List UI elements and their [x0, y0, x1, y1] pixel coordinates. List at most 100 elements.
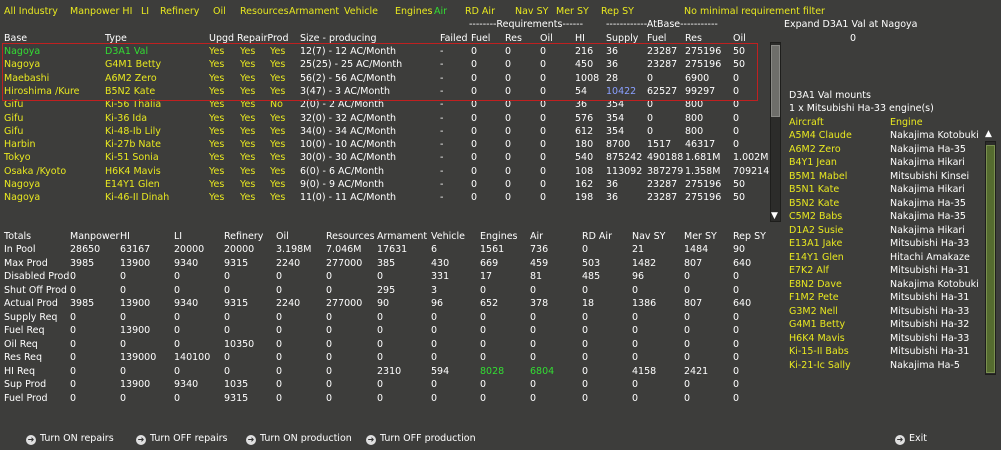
industry-scrollbar[interactable]	[770, 42, 781, 222]
totals-cell: 640	[733, 298, 752, 309]
totals-cell: 0	[377, 311, 384, 323]
filter-tab[interactable]: Oil	[213, 6, 226, 17]
filter-tab[interactable]: Air	[434, 6, 447, 17]
totals-cell: 13900	[120, 298, 151, 309]
totals-cell: 0	[480, 352, 487, 363]
turn-off-production-button[interactable]: ➜ Turn OFF production	[366, 433, 476, 445]
totals-cell: 0	[733, 379, 740, 390]
totals-cell: 0	[733, 365, 740, 377]
filter-tab[interactable]: Nav SY	[515, 6, 548, 17]
filter-tab[interactable]: No minimal requirement filter	[684, 6, 825, 17]
totals-row-label: Supply Req	[4, 311, 58, 323]
arrow-right-icon: ➜	[366, 435, 376, 445]
engine-name: Nakajima Ha-35	[890, 143, 966, 155]
industry-row[interactable]: Gifu Ki-48-Ib Lily Yes Yes Yes 34(0) - 34 AC/…	[0, 126, 760, 138]
industry-cell-prod: Yes	[270, 152, 286, 164]
totals-cell: 0	[431, 352, 438, 363]
totals-header: Rep SY	[733, 231, 766, 242]
filter-tab[interactable]: Engines	[395, 6, 433, 17]
industry-cell-bres: 1.681M	[685, 152, 721, 164]
industry-cell-upgd: Yes	[209, 165, 225, 177]
industry-cell-supply: 354	[606, 112, 625, 124]
totals-cell: 0	[224, 271, 231, 282]
totals-cell: 0	[224, 325, 231, 336]
industry-cell-type: Ki-46-II Dinah	[105, 192, 170, 204]
totals-cell: 20000	[224, 244, 255, 255]
totals-cell: 2240	[276, 257, 301, 269]
industry-cell-failed: -	[440, 139, 444, 151]
filter-tab[interactable]: Refinery	[160, 6, 199, 17]
totals-cell: 0	[326, 325, 333, 336]
turn-off-repairs-button[interactable]: ➜ Turn OFF repairs	[136, 433, 227, 445]
arrow-right-icon: ➜	[895, 435, 905, 445]
totals-cell: 13900	[120, 257, 151, 269]
totals-cell: 0	[582, 338, 589, 350]
turn-on-repairs-button[interactable]: ➜ Turn ON repairs	[26, 433, 114, 445]
totals-header: Refinery	[224, 231, 264, 242]
industry-row[interactable]: Nagoya Ki-46-II Dinah Yes Yes Yes 11(0) - 11 …	[0, 192, 760, 204]
totals-cell: 0	[582, 352, 589, 363]
mounts-scrollbar-thumb[interactable]	[986, 145, 995, 373]
filter-tab[interactable]: All Industry	[4, 6, 58, 17]
totals-cell: 0	[733, 392, 740, 404]
totals-row-label: Disabled Prod	[4, 271, 70, 282]
filter-tab[interactable]: Armament	[289, 6, 339, 17]
filter-tab[interactable]: Manpower HI	[70, 6, 132, 17]
totals-cell: 0	[431, 379, 438, 390]
aircraft-name: B5N1 Kate	[789, 184, 840, 195]
scroll-down-arrow-icon[interactable]: ▼	[771, 211, 778, 221]
totals-cell: 1386	[632, 298, 657, 309]
mounts-scrollbar[interactable]	[985, 141, 996, 375]
totals-cell: 0	[684, 325, 691, 336]
industry-cell-fuel: 0	[471, 112, 478, 124]
filter-tab[interactable]: Vehicle	[344, 6, 378, 17]
totals-header: Totals	[4, 231, 32, 242]
industry-cell-hi: 612	[575, 125, 594, 137]
industry-cell-prod: Yes	[270, 125, 286, 137]
industry-scrollbar-thumb[interactable]	[771, 45, 780, 117]
totals-cell: 13900	[120, 379, 151, 390]
industry-cell-hi: 180	[575, 139, 594, 151]
totals-cell: 4158	[632, 365, 657, 377]
totals-cell: 17	[480, 271, 493, 282]
filter-tab[interactable]: Mer SY	[556, 6, 589, 17]
industry-row[interactable]: Nagoya E14Y1 Glen Yes Yes Yes 9(0) - 9 AC/Mon…	[0, 179, 760, 191]
filter-tab[interactable]: Resources	[240, 6, 289, 17]
filter-tab[interactable]: LI	[141, 6, 149, 17]
mounts-scroll-up-icon[interactable]: ▲	[985, 129, 992, 139]
industry-row[interactable]: Tokyo Ki-51 Sonia Yes Yes Yes 30(0) - 30 AC/M…	[0, 152, 768, 164]
industry-cell-size: 34(0) - 34 AC/Month	[300, 125, 397, 137]
industry-row[interactable]: Harbin Ki-27b Nate Yes Yes Yes 10(0) - 10 AC/…	[0, 139, 760, 151]
totals-cell: 0	[530, 392, 537, 404]
filter-tab[interactable]: RD Air	[465, 6, 495, 17]
totals-cell: 0	[326, 311, 333, 323]
totals-cell: 0	[326, 271, 333, 282]
engine-name: Nakajima Hikari	[890, 224, 965, 236]
industry-cell-oil: 0	[540, 112, 547, 124]
filter-tab[interactable]: Rep SY	[601, 6, 634, 17]
aircraft-name: B4Y1 Jean	[789, 157, 837, 168]
totals-row-label: Max Prod	[4, 257, 48, 269]
totals-cell: 28650	[70, 244, 101, 255]
industry-cell-failed: -	[440, 152, 444, 164]
totals-cell: 9340	[174, 379, 199, 390]
industry-row[interactable]: Osaka /Kyoto H6K4 Mavis Yes Yes Yes 6(0) - 6 …	[0, 165, 769, 178]
totals-cell: 0	[582, 244, 589, 255]
exit-button[interactable]: ➜ Exit	[895, 433, 927, 445]
industry-cell-size: 6(0) - 6 AC/Month	[300, 165, 384, 177]
totals-cell: 3985	[70, 257, 95, 269]
industry-cell-repair: Yes	[240, 139, 256, 151]
industry-row[interactable]: Gifu Ki-36 Ida Yes Yes Yes 32(0) - 32 AC/Mont…	[0, 113, 760, 125]
industry-cell-base: Gifu	[4, 112, 24, 124]
mounts-aircraft-header: Aircraft	[789, 117, 824, 128]
engine-name: Nakajima Ha-5	[890, 359, 960, 371]
totals-cell: 0	[326, 379, 333, 390]
industry-cell-fuel: 0	[471, 179, 478, 190]
industry-cell-res: 0	[505, 112, 512, 124]
totals-row-label: Oil Req	[4, 338, 38, 350]
industry-cell-fuel: 0	[471, 165, 478, 177]
turn-on-production-button[interactable]: ➜ Turn ON production	[246, 433, 352, 445]
industry-cell-bres: 275196	[685, 179, 722, 190]
mounts-title: D3A1 Val mounts	[789, 90, 871, 101]
totals-cell: 0	[530, 311, 537, 323]
